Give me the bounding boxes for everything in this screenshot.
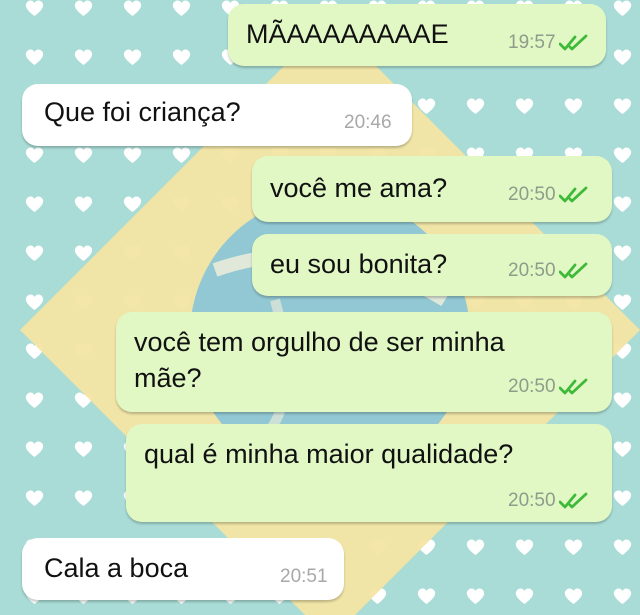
message-timestamp: 20:46 — [344, 112, 392, 133]
message-text: MÃAAAAAAAAE — [246, 19, 449, 49]
message-meta: 20:51 — [280, 566, 328, 588]
message-timestamp: 20:50 — [508, 260, 556, 281]
message-timestamp: 19:57 — [508, 32, 556, 53]
message-bubble-incoming[interactable]: Cala a boca 20:51 — [22, 538, 344, 600]
double-check-icon — [558, 378, 589, 396]
message-text: Cala a boca — [44, 553, 189, 583]
message-timestamp: 20:50 — [508, 376, 556, 397]
message-text-line: mãe? — [134, 363, 202, 393]
message-bubble-outgoing[interactable]: você tem orgulho de ser minha mãe? 20:50 — [116, 312, 612, 412]
message-meta: 20:46 — [344, 112, 392, 134]
message-bubble-outgoing[interactable]: MÃAAAAAAAAE 19:57 — [228, 4, 606, 66]
double-check-icon — [558, 262, 589, 280]
message-meta: 19:57 — [508, 32, 589, 54]
message-text: você me ama? — [270, 173, 448, 203]
double-check-icon — [558, 186, 589, 204]
message-meta: 20:50 — [508, 260, 589, 282]
message-text: Que foi criança? — [44, 97, 241, 127]
double-check-icon — [558, 34, 589, 52]
message-meta: 20:50 — [508, 376, 589, 398]
message-text-line: você tem orgulho de ser minha — [134, 327, 505, 357]
message-meta: 20:50 — [508, 184, 589, 206]
message-timestamp: 20:50 — [508, 490, 556, 511]
message-bubble-outgoing[interactable]: eu sou bonita? 20:50 — [252, 234, 612, 296]
message-bubble-outgoing[interactable]: qual é minha maior qualidade? 20:50 — [126, 424, 612, 522]
double-check-icon — [558, 492, 589, 510]
message-bubble-incoming[interactable]: Que foi criança? 20:46 — [22, 84, 412, 146]
message-text: eu sou bonita? — [270, 249, 448, 279]
message-text: qual é minha maior qualidade? — [144, 439, 514, 469]
message-timestamp: 20:51 — [280, 566, 328, 587]
message-timestamp: 20:50 — [508, 184, 556, 205]
message-bubble-outgoing[interactable]: você me ama? 20:50 — [252, 156, 612, 222]
message-meta: 20:50 — [508, 490, 589, 512]
message-text: você tem orgulho de ser minha mãe? — [134, 324, 505, 396]
